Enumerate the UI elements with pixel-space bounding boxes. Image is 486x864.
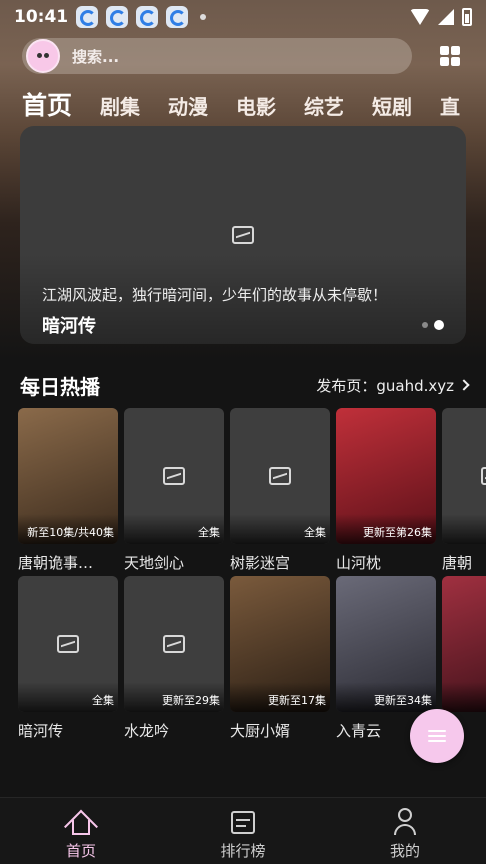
video-title: 唐朝诡事… (18, 554, 94, 572)
episode-badge: 全集 (92, 694, 114, 707)
publish-page-link-text: 发布页：guahd.xyz (316, 376, 454, 395)
video-title: 天地剑心 (124, 554, 185, 572)
video-card[interactable]: 更新至17集大厨小婿 (230, 576, 330, 741)
video-card[interactable]: 更新至29集水龙吟 (124, 576, 224, 741)
video-card[interactable] (442, 576, 486, 720)
banner-title: 暗河传 (42, 316, 96, 337)
image-placeholder-icon (57, 635, 79, 653)
app-notification-icon (136, 6, 159, 28)
search-row: 搜索... (22, 38, 466, 76)
video-title: 山河枕 (336, 554, 382, 572)
video-card[interactable]: 新至10集/共40集唐朝诡事… (18, 408, 118, 573)
video-poster[interactable]: 全集 (124, 408, 224, 544)
video-title: 唐朝 (442, 554, 473, 572)
tab-home[interactable]: 首页 (22, 86, 72, 122)
user-icon (390, 806, 420, 836)
video-poster[interactable]: 更新至34集 (336, 576, 436, 712)
home-icon (64, 806, 98, 844)
nav-home[interactable]: 首页 (0, 798, 162, 864)
video-title: 暗河传 (18, 722, 64, 740)
app-notification-icon (76, 6, 99, 28)
image-placeholder-icon (269, 467, 291, 485)
video-poster[interactable]: 更新至17集 (230, 576, 330, 712)
video-title: 大厨小婿 (230, 722, 291, 740)
tab-variety[interactable]: 综艺 (304, 91, 344, 120)
signal-icon (438, 9, 454, 25)
carousel-dot[interactable] (422, 322, 428, 328)
video-card[interactable]: 全集树影迷宫 (230, 408, 330, 573)
status-bar: 10:41 (0, 0, 486, 34)
battery-icon (462, 8, 472, 26)
avatar[interactable] (26, 39, 60, 73)
publish-page-link[interactable]: 发布页：guahd.xyz (316, 375, 470, 396)
search-input[interactable]: 搜索... (22, 38, 412, 74)
image-placeholder-icon (481, 467, 486, 485)
video-title: 水龙吟 (124, 722, 170, 740)
video-card[interactable]: 全集天地剑心 (124, 408, 224, 573)
video-poster[interactable]: 更新至第26集 (336, 408, 436, 544)
episode-badge: 全集 (198, 526, 220, 539)
image-placeholder-icon (163, 467, 185, 485)
chevron-right-icon (458, 379, 470, 391)
tab-short-drama[interactable]: 短剧 (372, 91, 412, 120)
episode-badge: 更新至29集 (162, 694, 220, 707)
tab-series[interactable]: 剧集 (100, 91, 140, 120)
episode-badge: 全集 (304, 526, 326, 539)
bottom-navigation: 首页 排行榜 我的 (0, 797, 486, 864)
carousel-indicator (422, 320, 444, 330)
daily-hot-header: 每日热播 发布页：guahd.xyz (20, 370, 470, 400)
episode-badge: 更新至第26集 (363, 526, 432, 539)
tab-movie[interactable]: 电影 (236, 91, 276, 120)
category-tabs: 首页 剧集 动漫 电影 综艺 短剧 直 (22, 86, 486, 120)
video-poster[interactable] (442, 576, 486, 712)
image-placeholder-icon (232, 226, 254, 244)
nav-ranking[interactable]: 排行榜 (162, 798, 324, 864)
banner-description: 江湖风波起，独行暗河间，少年们的故事从未停歇！ (42, 286, 388, 304)
episode-badge: 新至10集/共40集 (27, 526, 114, 539)
more-notifications-icon (200, 14, 207, 20)
image-placeholder-icon (163, 635, 185, 653)
section-title: 每日热播 (20, 374, 100, 399)
video-card[interactable]: 更新至第26集山河枕 (336, 408, 436, 573)
episode-badge: 更新至17集 (268, 694, 326, 707)
menu-fab-button[interactable] (410, 709, 464, 763)
tab-live[interactable]: 直 (440, 91, 460, 120)
category-grid-icon[interactable] (440, 46, 460, 66)
episode-badge: 更新至34集 (374, 694, 432, 707)
video-poster[interactable]: 全集 (18, 576, 118, 712)
video-poster[interactable]: 新至10集/共40集 (18, 408, 118, 544)
nav-profile[interactable]: 我的 (324, 798, 486, 864)
video-poster[interactable]: 更新至29集 (124, 576, 224, 712)
tab-anime[interactable]: 动漫 (168, 91, 208, 120)
nav-label: 排行榜 (220, 842, 266, 860)
ranking-icon (228, 806, 258, 836)
featured-banner[interactable]: 江湖风波起，独行暗河间，少年们的故事从未停歇！ 暗河传 (20, 126, 466, 344)
wifi-icon (410, 9, 430, 25)
status-time: 10:41 (14, 7, 69, 27)
search-placeholder: 搜索... (72, 47, 120, 66)
carousel-dot-active[interactable] (434, 320, 444, 330)
daily-hot-grid: 新至10集/共40集 唐朝诡事… 全集 天地剑心 全集 树影迷宫 更新至第26集 山河枕 唐朝全… (0, 408, 486, 748)
video-title: 树影迷宫 (230, 554, 291, 572)
video-poster[interactable]: 全集 (230, 408, 330, 544)
nav-label: 我的 (389, 842, 420, 860)
app-notification-icon (106, 6, 129, 28)
video-card[interactable]: 全集暗河传 (18, 576, 118, 741)
video-poster[interactable] (442, 408, 486, 544)
app-notification-icon (166, 6, 189, 28)
video-card[interactable]: 唐朝 (442, 408, 486, 573)
